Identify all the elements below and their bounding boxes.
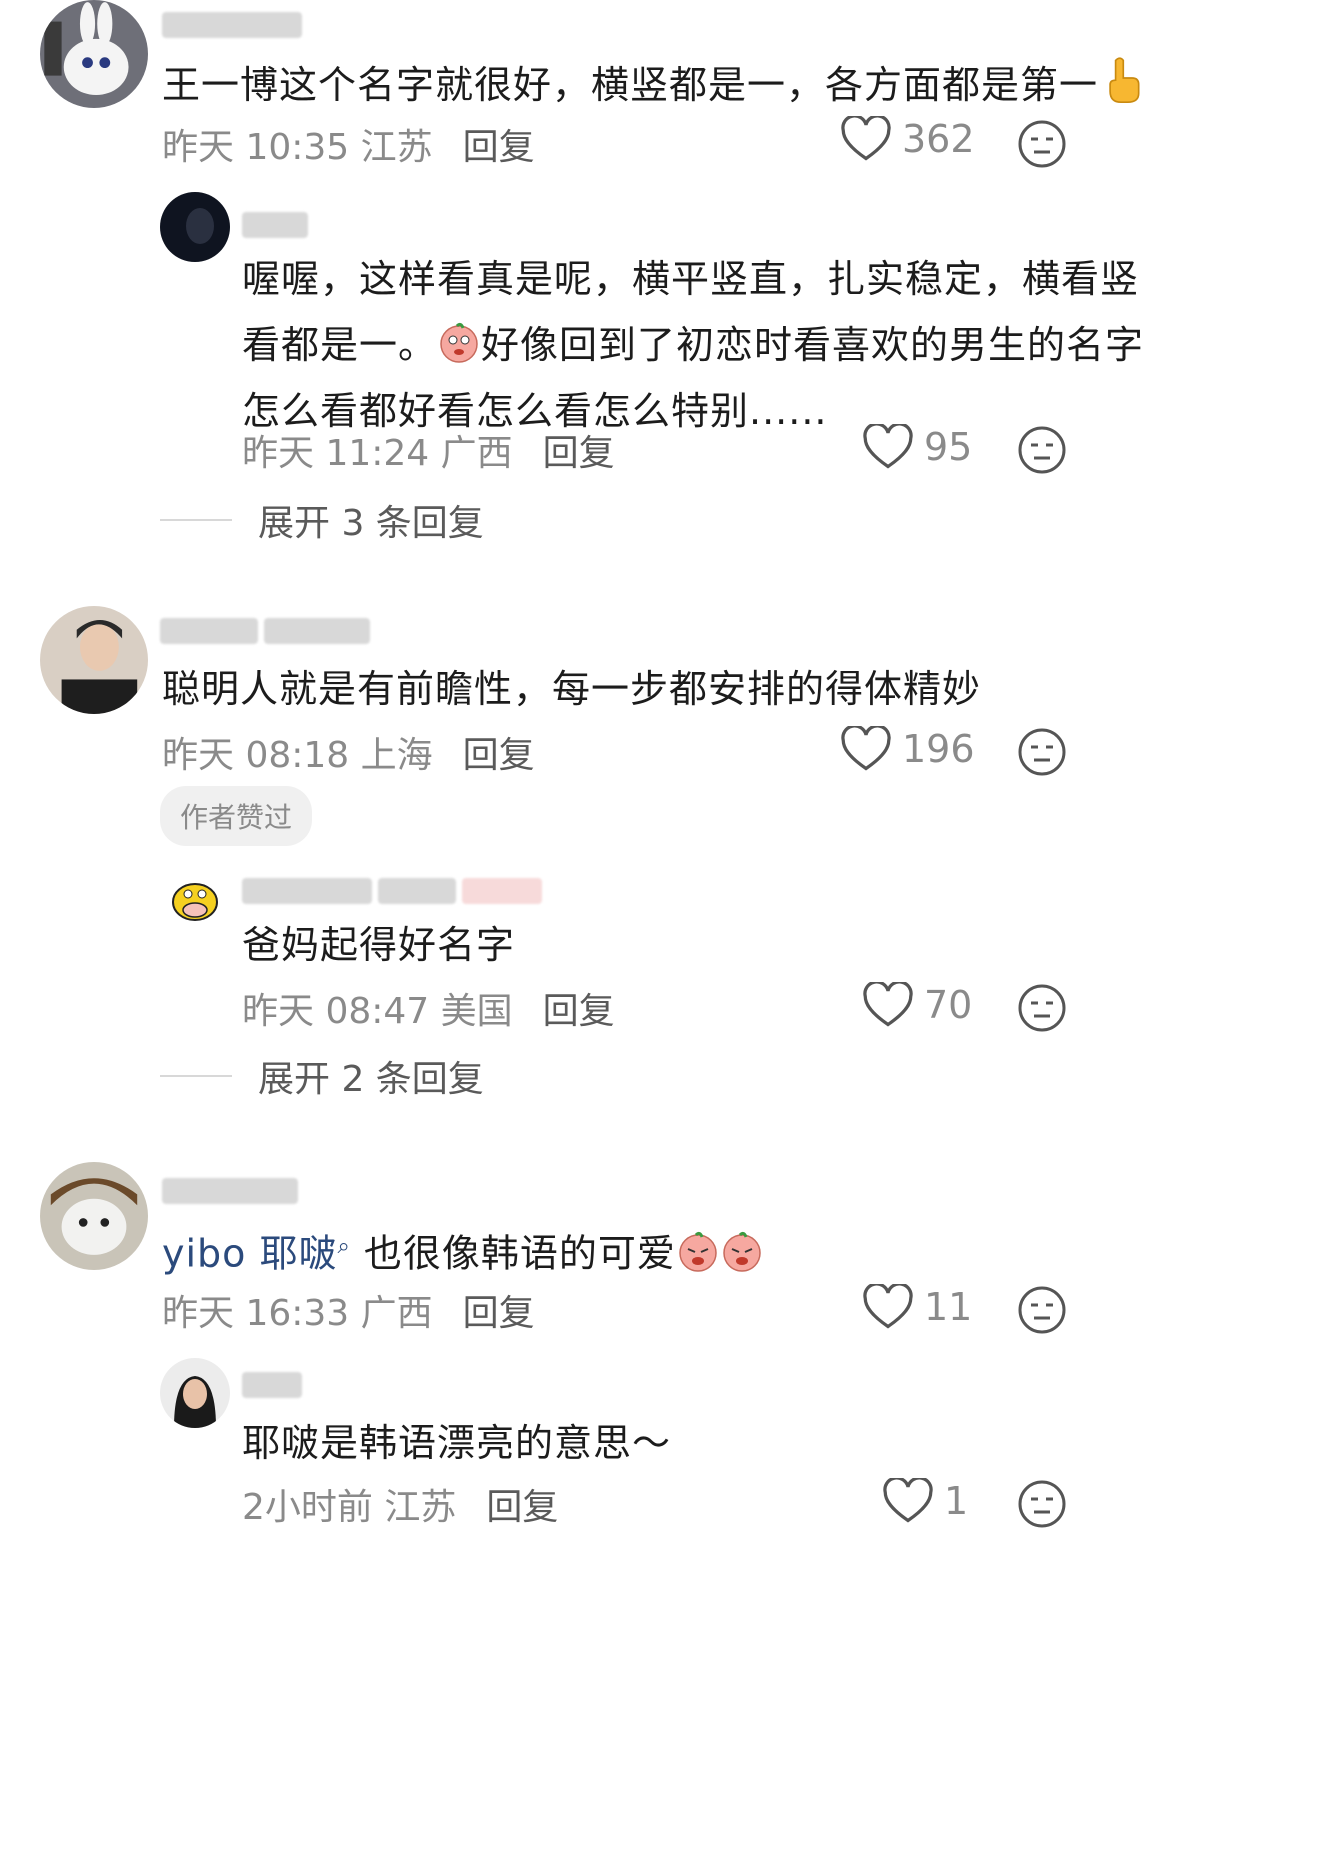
comment-text-line: 看都是一。 好像回到了初恋时看喜欢的男生的名字: [242, 312, 1144, 378]
comment-time: 昨天 08:47: [242, 991, 430, 1032]
like-count: 362: [902, 117, 975, 161]
like-count: 1: [944, 1479, 969, 1523]
author-liked-badge: 作者赞过: [160, 786, 313, 846]
comment-text: 聪明人就是有前瞻性，每一步都安排的得体精妙: [162, 656, 981, 722]
heart-icon: [863, 982, 913, 1027]
comment-text-body: 王一博这个名字就很好，横竖都是一，各方面都是第一: [162, 63, 1099, 107]
like-button[interactable]: 70: [862, 982, 972, 1028]
avatar[interactable]: [160, 192, 230, 262]
like-button[interactable]: 95: [862, 424, 972, 470]
divider: [160, 1075, 232, 1077]
comment-text: 耶啵是韩语漂亮的意思～: [242, 1410, 671, 1476]
avatar[interactable]: [40, 1162, 148, 1270]
expand-label: 展开 2 条回复: [258, 1059, 484, 1100]
reply-button[interactable]: 回复: [463, 1284, 535, 1336]
username[interactable]: [162, 10, 302, 40]
comment-location: 江苏: [360, 127, 433, 168]
comment-meta: 2小时前 江苏 回复: [242, 1478, 558, 1530]
avatar[interactable]: [40, 606, 148, 714]
comment-text-body: 耶啵是韩语漂亮的意思～: [242, 1421, 672, 1465]
comment-location: 广西: [440, 433, 513, 474]
expand-replies-button[interactable]: 展开 2 条回复: [160, 1050, 484, 1102]
comment-meta: 昨天 16:33 广西 回复: [162, 1284, 535, 1336]
comment-location: 上海: [360, 735, 433, 776]
pointing-up-emoji: [1098, 56, 1142, 103]
like-button[interactable]: 1: [882, 1478, 968, 1524]
reply-button[interactable]: 回复: [463, 118, 535, 170]
comment-time: 2小时前: [242, 1487, 373, 1528]
comment-text-body: 爸妈起得好名字: [242, 923, 516, 967]
like-count: 196: [902, 727, 975, 771]
dislike-face-icon[interactable]: [1016, 424, 1068, 476]
avatar[interactable]: [160, 862, 230, 932]
comment-text-line: 喔喔，这样看真是呢，横平竖直，扎实稳定，横看竖: [242, 257, 1140, 301]
comment-meta: 昨天 08:18 上海 回复: [162, 726, 535, 778]
comment-meta: 昨天 10:35 江苏 回复: [162, 118, 535, 170]
username[interactable]: [162, 1176, 298, 1206]
username[interactable]: [242, 210, 308, 240]
comment-location: 广西: [360, 1293, 433, 1334]
comment-text-part: 好像回到了初恋时看喜欢的男生的名字: [481, 323, 1145, 367]
heart-icon: [883, 1478, 933, 1523]
crying-face-emoji: [676, 1227, 720, 1272]
avatar[interactable]: [40, 0, 148, 108]
dislike-face-icon[interactable]: [1016, 726, 1068, 778]
comment-text-body: 聪明人就是有前瞻性，每一步都安排的得体精妙: [162, 667, 982, 711]
comment-time: 昨天 10:35: [162, 127, 350, 168]
comment-text: 喔喔，这样看真是呢，横平竖直，扎实稳定，横看竖 看都是一。 好像回到了初恋时看喜欢…: [242, 246, 1144, 444]
expand-label: 展开 3 条回复: [258, 503, 484, 544]
mention-link[interactable]: yibo 耶啵: [162, 1232, 338, 1276]
crying-face-emoji: [720, 1227, 764, 1272]
heart-icon: [863, 1284, 913, 1329]
username[interactable]: [242, 1370, 302, 1400]
avatar[interactable]: [160, 1358, 230, 1428]
like-count: 95: [924, 425, 973, 469]
search-icon[interactable]: ⌕: [338, 1234, 351, 1259]
comment-text: 王一博这个名字就很好，横竖都是一，各方面都是第一: [162, 52, 1142, 118]
divider: [160, 519, 232, 521]
heart-icon: [841, 116, 891, 161]
heart-icon: [863, 424, 913, 469]
dislike-face-icon[interactable]: [1016, 118, 1068, 170]
comment-meta: 昨天 11:24 广西 回复: [242, 424, 615, 476]
comment-location: 江苏: [384, 1487, 457, 1528]
reply-button[interactable]: 回复: [543, 982, 615, 1034]
comment-location: 美国: [440, 991, 513, 1032]
username[interactable]: [160, 616, 370, 646]
reply-button[interactable]: 回复: [463, 726, 535, 778]
comment-text-part: 看都是一。: [242, 323, 438, 367]
expand-replies-button[interactable]: 展开 3 条回复: [160, 494, 484, 546]
comment-time: 昨天 11:24: [242, 433, 430, 474]
reply-button[interactable]: 回复: [486, 1478, 558, 1530]
username[interactable]: [242, 876, 542, 906]
comment-text: 爸妈起得好名字: [242, 912, 515, 978]
dislike-face-icon[interactable]: [1016, 1284, 1068, 1336]
comment-time: 昨天 08:18: [162, 735, 350, 776]
like-count: 70: [924, 983, 973, 1027]
like-count: 11: [924, 1285, 973, 1329]
comment-text-body: 也很像韩语的可爱: [350, 1231, 676, 1276]
dislike-face-icon[interactable]: [1016, 982, 1068, 1034]
reply-button[interactable]: 回复: [543, 424, 615, 476]
comment-time: 昨天 16:33: [162, 1293, 350, 1334]
dislike-face-icon[interactable]: [1016, 1478, 1068, 1530]
comment-meta: 昨天 08:47 美国 回复: [242, 982, 615, 1034]
like-button[interactable]: 11: [862, 1284, 972, 1330]
heart-icon: [841, 726, 891, 771]
like-button[interactable]: 196: [840, 726, 975, 772]
like-button[interactable]: 362: [840, 116, 975, 162]
comment-text: yibo 耶啵⌕ 也很像韩语的可爱: [162, 1214, 764, 1287]
drooling-face-emoji: [437, 318, 481, 363]
